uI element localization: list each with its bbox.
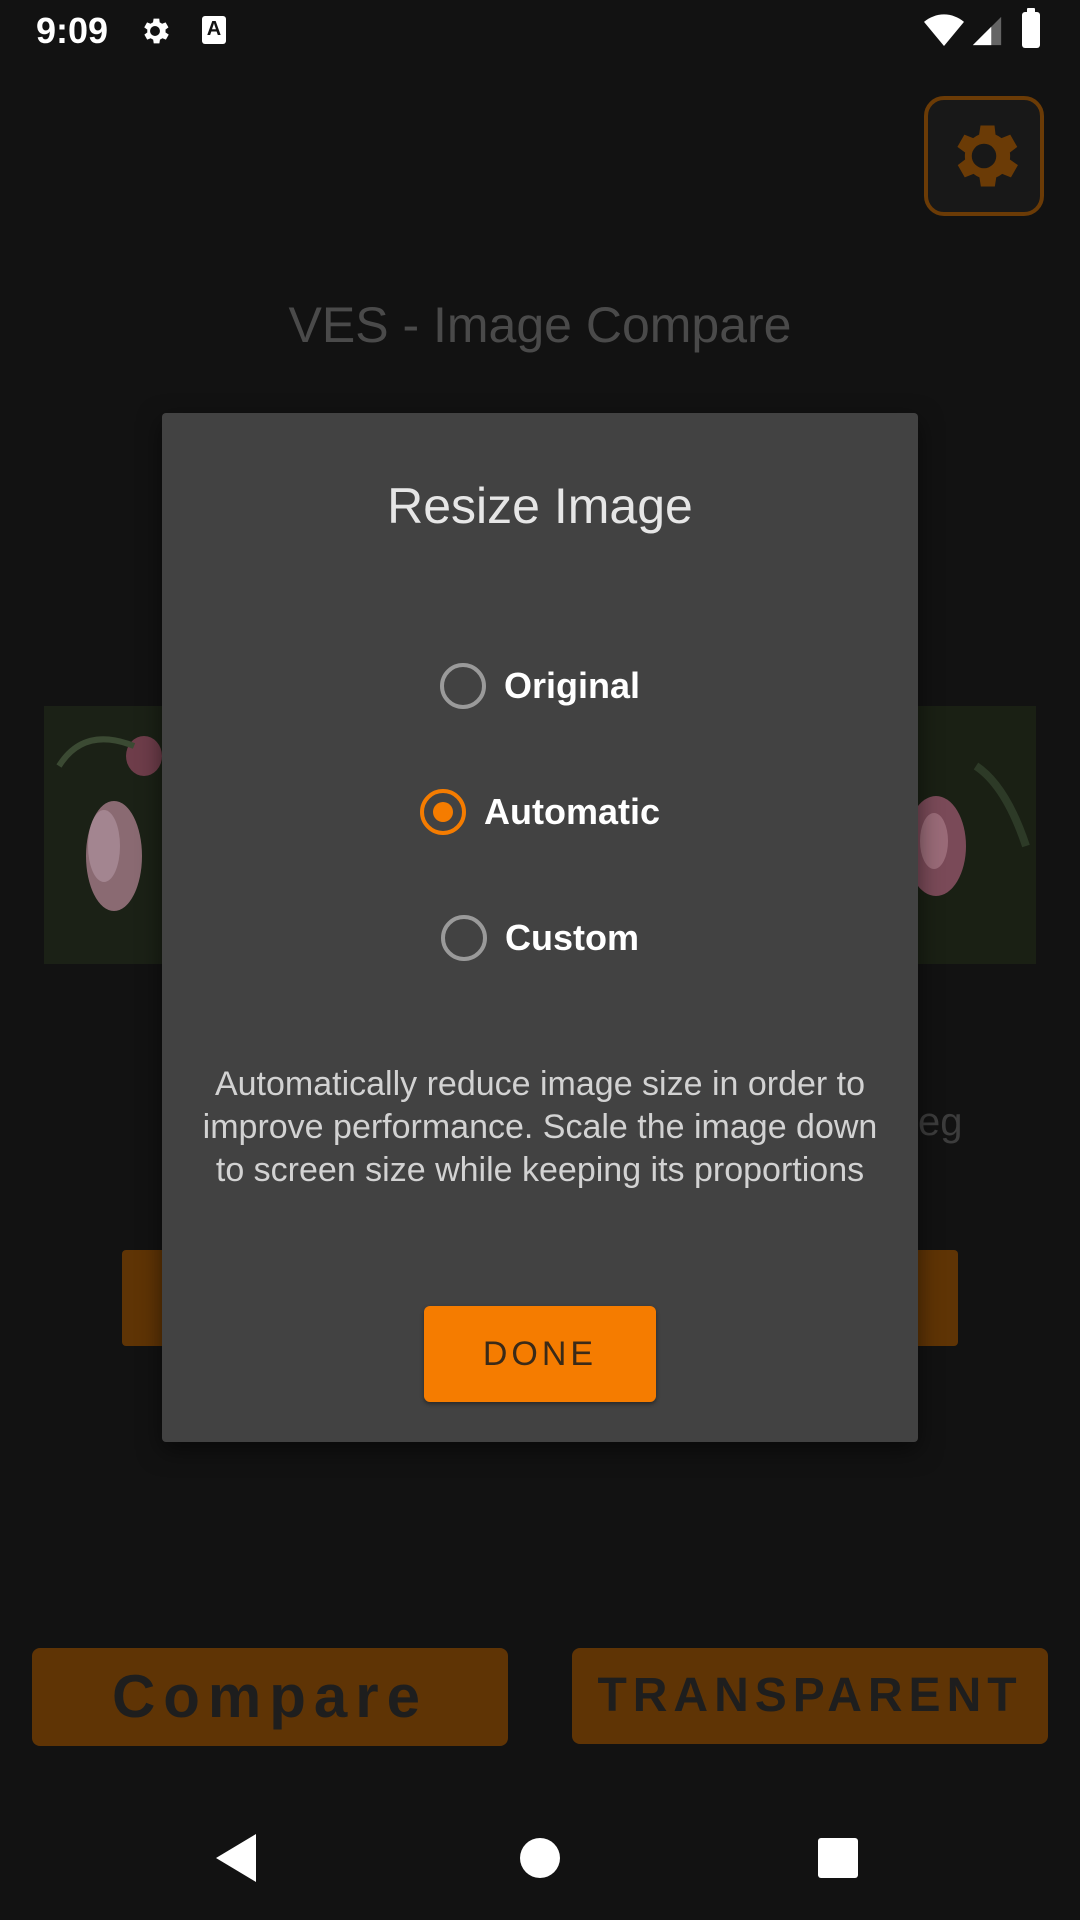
radio-button[interactable] xyxy=(439,663,486,709)
home-icon[interactable] xyxy=(520,1838,560,1878)
radio-option-original[interactable]: Original xyxy=(162,663,918,709)
radio-label: Custom xyxy=(505,917,639,958)
app-settings-button[interactable] xyxy=(924,96,1044,216)
radio-button[interactable] xyxy=(419,789,466,835)
settings-icon xyxy=(144,18,169,44)
app-title: VES - Image Compare xyxy=(288,297,792,353)
status-time: 9:09 xyxy=(36,10,109,51)
gear-icon xyxy=(957,125,1018,187)
status-bar: 9:09 A xyxy=(0,0,1080,64)
battery-icon xyxy=(1022,8,1040,48)
file-name-fragment: eg xyxy=(918,1100,963,1144)
radio-label: Automatic xyxy=(483,791,660,832)
radio-option-automatic[interactable]: Automatic xyxy=(162,789,918,835)
radio-button[interactable] xyxy=(441,915,487,961)
transparent-button[interactable]: TRANSPARENT xyxy=(572,1648,1048,1744)
resize-image-dialog: Resize Image Original Automatic Custom A… xyxy=(162,413,918,1442)
image-thumbnail-right[interactable] xyxy=(916,706,1036,964)
dialog-title: Resize Image xyxy=(387,478,693,534)
a-icon: A xyxy=(202,16,226,44)
compare-button[interactable]: Compare xyxy=(32,1648,508,1746)
radio-label: Original xyxy=(503,665,641,706)
flower-image xyxy=(916,706,1036,964)
back-icon[interactable] xyxy=(216,1834,256,1882)
signal-icon xyxy=(972,16,1002,46)
done-button[interactable]: DONE xyxy=(424,1306,656,1402)
recents-icon[interactable] xyxy=(818,1838,858,1878)
flower-image xyxy=(44,706,164,964)
wifi-icon xyxy=(924,14,964,47)
radio-option-custom[interactable]: Custom xyxy=(162,915,918,961)
dialog-description: Automatically reduce image size in order… xyxy=(202,1065,878,1189)
image-thumbnail-left[interactable] xyxy=(44,706,164,964)
navigation-bar xyxy=(0,1800,1080,1920)
